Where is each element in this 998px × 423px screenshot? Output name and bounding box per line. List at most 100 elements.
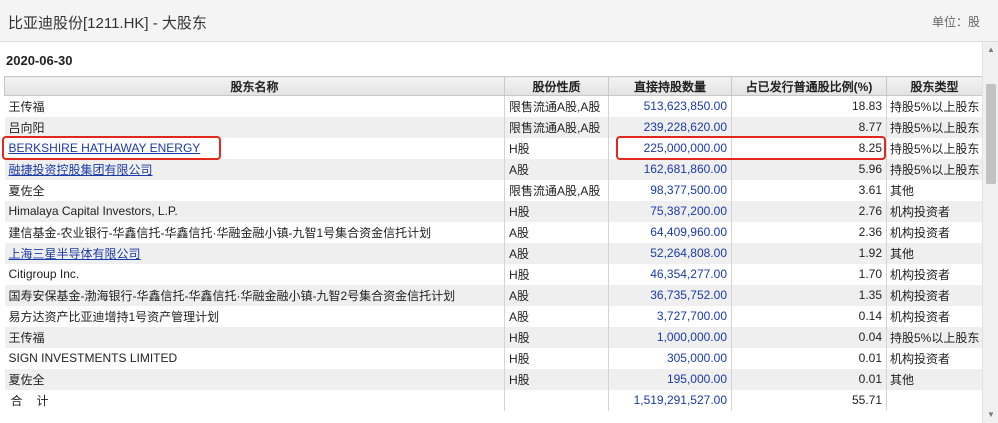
cell-holding-ratio: 2.36 — [731, 221, 887, 243]
table-body: 王传福 限售流通A股,A股 513,623,850.00 18.83 持股5%以上股东吕… — [4, 95, 982, 411]
cell-share-nature: H股 — [504, 368, 609, 390]
cell-holder-type: 机构投资者 — [886, 263, 982, 285]
cell-shareholder-name: 国寿安保基金-渤海银行-华鑫信托-华鑫信托·华融金融小镇-九智2号集合资金信托计… — [4, 284, 505, 306]
shareholder-link[interactable]: 融捷投资控股集团有限公司 — [9, 163, 153, 177]
cell-direct-shares: 162,681,860.00 — [608, 158, 732, 180]
table-row: Himalaya Capital Investors, L.P. H股 75,387… — [4, 200, 982, 222]
cell-direct-shares: 98,377,500.00 — [608, 179, 732, 201]
cell-direct-shares: 36,735,752.00 — [608, 284, 732, 306]
cell-shareholder-name: 上海三星半导体有限公司 — [4, 242, 505, 264]
scroll-up-arrow-icon[interactable]: ▲ — [983, 42, 998, 58]
table-row: Citigroup Inc. H股 46,354,277.00 1.70 机构投资者 — [4, 263, 982, 285]
total-label: 合计 — [4, 389, 505, 411]
cell-holding-ratio: 2.76 — [731, 200, 887, 222]
table-row: 夏佐全 限售流通A股,A股 98,377,500.00 3.61 其他 — [4, 179, 982, 201]
cell-direct-shares: 305,000.00 — [608, 347, 732, 369]
page-header: 比亚迪股份[1211.HK] - 大股东 单位：股 — [0, 0, 998, 42]
cell-share-nature: H股 — [504, 347, 609, 369]
scroll-down-arrow-icon[interactable]: ▼ — [983, 407, 998, 423]
header-direct-shares[interactable]: 直接持股数量 — [608, 76, 732, 96]
cell-share-nature: A股 — [504, 305, 609, 327]
cell-share-nature: 限售流通A股,A股 — [504, 116, 609, 138]
cell-holding-ratio: 1.35 — [731, 284, 887, 306]
table-row: 国寿安保基金-渤海银行-华鑫信托-华鑫信托·华融金融小镇-九智2号集合资金信托计… — [4, 284, 982, 306]
cell-direct-shares: 3,727,700.00 — [608, 305, 732, 327]
cell-shareholder-name: 夏佐全 — [4, 179, 505, 201]
scroll-thumb[interactable] — [986, 84, 996, 184]
shareholder-name: 国寿安保基金-渤海银行-华鑫信托-华鑫信托·华融金融小镇-九智2号集合资金信托计… — [8, 288, 456, 303]
cell-direct-shares: 46,354,277.00 — [608, 263, 732, 285]
cell-holder-type: 机构投资者 — [886, 200, 982, 222]
shareholder-name: 王传福 — [8, 330, 45, 345]
header-holder-type[interactable]: 股东类型 — [886, 76, 982, 96]
cell-share-nature: 限售流通A股,A股 — [504, 179, 609, 201]
shareholder-table: 股东名称 股份性质 直接持股数量 占已发行普通股比例(%) 股东类型 王传福限售… — [4, 76, 982, 411]
cell-shareholder-name: Himalaya Capital Investors, L.P. — [4, 200, 505, 222]
shareholder-name: SIGN INVESTMENTS LIMITED — [8, 351, 178, 365]
cell-shareholder-name: Citigroup Inc. — [4, 263, 505, 285]
header-shareholder-name[interactable]: 股东名称 — [4, 76, 505, 96]
cell-direct-shares: 52,264,808.00 — [608, 242, 732, 264]
table-row: 建信基金-农业银行-华鑫信托-华鑫信托·华融金融小镇-九智1号集合资金信托计划 A… — [4, 221, 982, 243]
total-row: 合计 1,519,291,527.00 55.71 — [4, 389, 982, 411]
cell-holding-ratio: 8.25 — [731, 137, 887, 159]
cell-share-nature: 限售流通A股,A股 — [504, 95, 609, 117]
cell-holding-ratio: 1.70 — [731, 263, 887, 285]
table-row: 王传福 H股 1,000,000.00 0.04 持股5%以上股东 — [4, 326, 982, 348]
cell-holding-ratio: 5.96 — [731, 158, 887, 180]
cell-holding-ratio: 0.04 — [731, 326, 887, 348]
cell-shareholder-name: SIGN INVESTMENTS LIMITED — [4, 347, 505, 369]
cell-holder-type: 持股5%以上股东 — [886, 116, 982, 138]
cell-shareholder-name: 吕向阳 — [4, 116, 505, 138]
cell-holding-ratio: 0.01 — [731, 368, 887, 390]
cell-shareholder-name: 王传福 — [4, 326, 505, 348]
table-row: 吕向阳 限售流通A股,A股 239,228,620.00 8.77 持股5%以上股东 — [4, 116, 982, 138]
shareholder-panel: 2020-06-30 股东名称 股份性质 直接持股数量 占已发行普通股比例(%)… — [0, 42, 982, 423]
cell-direct-shares: 513,623,850.00 — [608, 95, 732, 117]
shareholder-name: 王传福 — [8, 99, 45, 114]
cell-holder-type: 机构投资者 — [886, 284, 982, 306]
cell-holder-type: 持股5%以上股东 — [886, 95, 982, 117]
shareholder-name: Himalaya Capital Investors, L.P. — [8, 204, 178, 218]
cell-direct-shares: 195,000.00 — [608, 368, 732, 390]
table-row: BERKSHIRE HATHAWAY ENERGY H股 225,000,000.0… — [4, 137, 982, 159]
cell-share-nature: H股 — [504, 263, 609, 285]
shareholder-name: 易方达资产比亚迪增持1号资产管理计划 — [8, 309, 220, 324]
table-row: 易方达资产比亚迪增持1号资产管理计划 A股 3,727,700.00 0.14 机构投资… — [4, 305, 982, 327]
cell-shareholder-name: BERKSHIRE HATHAWAY ENERGY — [4, 137, 505, 159]
table-row: 上海三星半导体有限公司 A股 52,264,808.00 1.92 其他 — [4, 242, 982, 264]
total-shares: 1,519,291,527.00 — [608, 389, 732, 411]
cell-shareholder-name: 融捷投资控股集团有限公司 — [4, 158, 505, 180]
cell-share-nature: H股 — [504, 137, 609, 159]
header-share-nature[interactable]: 股份性质 — [504, 76, 609, 96]
cell-direct-shares: 75,387,200.00 — [608, 200, 732, 222]
cell-shareholder-name: 建信基金-农业银行-华鑫信托-华鑫信托·华融金融小镇-九智1号集合资金信托计划 — [4, 221, 505, 243]
cell-holder-type: 持股5%以上股东 — [886, 158, 982, 180]
cell-holder-type: 其他 — [886, 179, 982, 201]
total-ratio: 55.71 — [731, 389, 887, 411]
shareholder-name: 建信基金-农业银行-华鑫信托-华鑫信托·华融金融小镇-九智1号集合资金信托计划 — [8, 225, 432, 240]
cell-holding-ratio: 18.83 — [731, 95, 887, 117]
table-row: 融捷投资控股集团有限公司 A股 162,681,860.00 5.96 持股5%以上股东 — [4, 158, 982, 180]
cell-holding-ratio: 3.61 — [731, 179, 887, 201]
cell-holding-ratio: 8.77 — [731, 116, 887, 138]
header-holding-ratio[interactable]: 占已发行普通股比例(%) — [731, 76, 887, 96]
cell-share-nature: H股 — [504, 200, 609, 222]
cell-direct-shares: 225,000,000.00 — [608, 137, 732, 159]
shareholder-name: 夏佐全 — [8, 183, 45, 198]
shareholder-name: 吕向阳 — [8, 120, 45, 135]
cell-shareholder-name: 夏佐全 — [4, 368, 505, 390]
vertical-scrollbar[interactable]: ▲ ▼ — [982, 42, 998, 423]
table-row: SIGN INVESTMENTS LIMITED H股 305,000.00 0.01… — [4, 347, 982, 369]
table-row: 夏佐全 H股 195,000.00 0.01 其他 — [4, 368, 982, 390]
shareholder-name: Citigroup Inc. — [8, 267, 80, 281]
shareholder-link[interactable]: BERKSHIRE HATHAWAY ENERGY — [9, 141, 201, 155]
cell-holding-ratio: 0.01 — [731, 347, 887, 369]
cell-holder-type: 持股5%以上股东 — [886, 137, 982, 159]
cell-share-nature: H股 — [504, 326, 609, 348]
table-header-row: 股东名称 股份性质 直接持股数量 占已发行普通股比例(%) 股东类型 — [4, 76, 982, 96]
cell-share-nature: A股 — [504, 242, 609, 264]
cell-holding-ratio: 1.92 — [731, 242, 887, 264]
shareholder-link[interactable]: 上海三星半导体有限公司 — [9, 247, 141, 261]
cell-share-nature: A股 — [504, 158, 609, 180]
